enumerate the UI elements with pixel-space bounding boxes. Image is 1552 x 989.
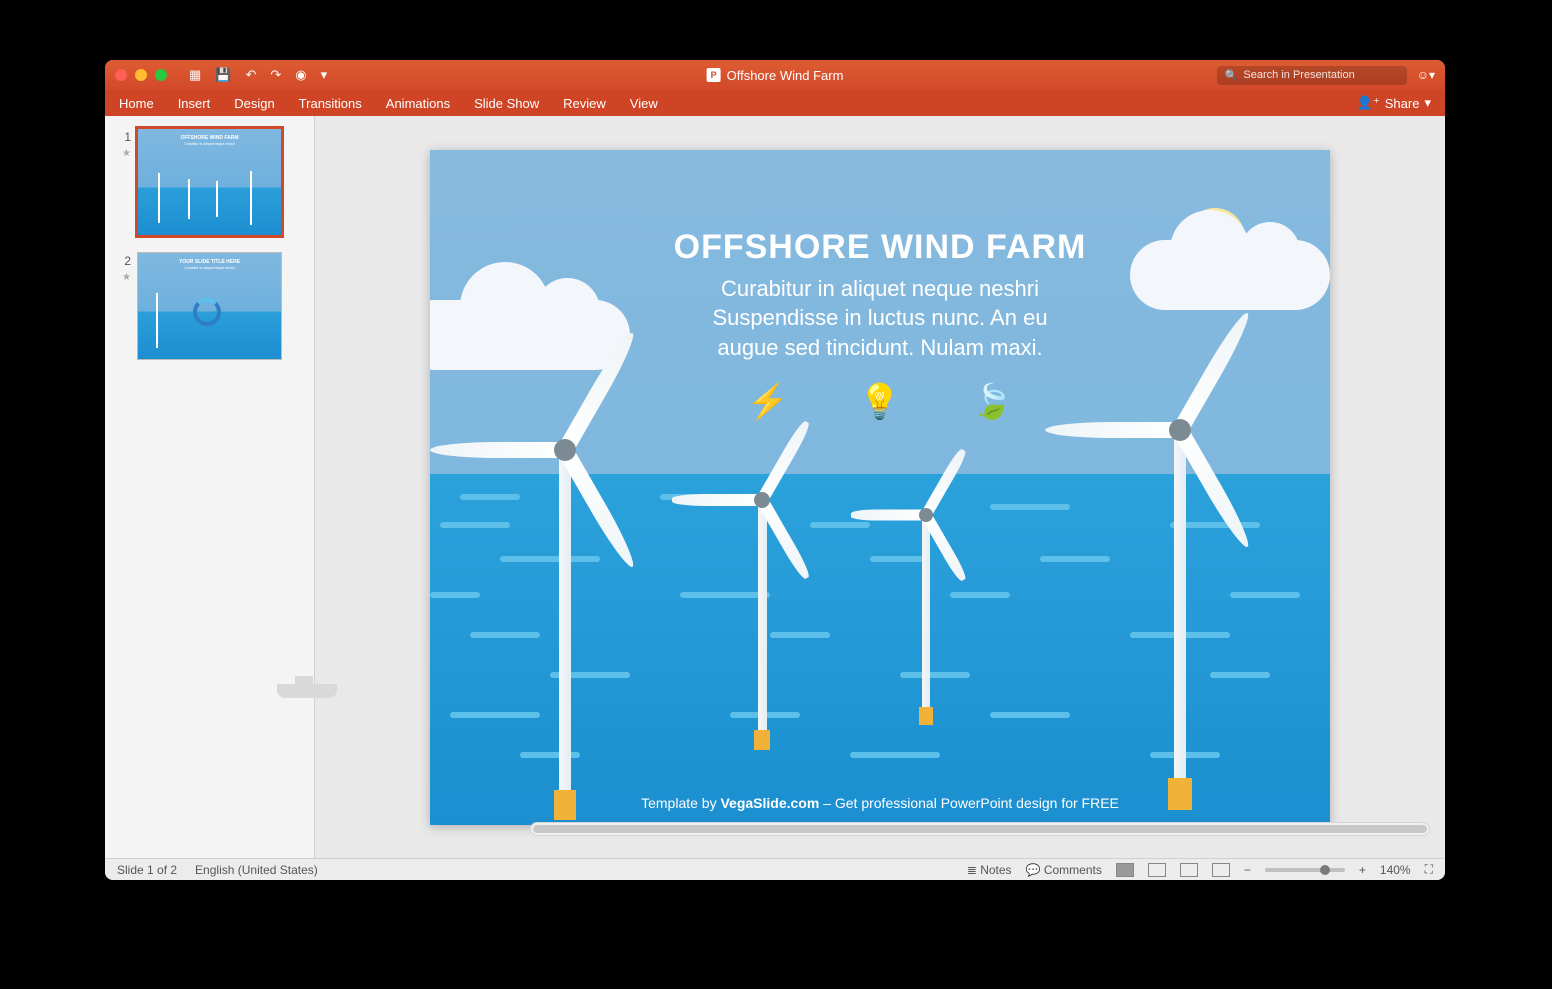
icon-row: ⚡ 💡 🍃 [746,382,1013,422]
close-window-button[interactable] [115,69,127,81]
thumbnail-number: 2 [113,252,131,268]
wind-turbine[interactable] [750,500,774,750]
save-icon[interactable]: 💾 [215,67,231,83]
account-icon[interactable]: ☺▾ [1417,68,1435,82]
horizontal-scrollbar[interactable] [530,822,1430,836]
redo-icon[interactable]: ↷ [270,67,281,83]
start-slideshow-icon[interactable]: ◉ [295,67,306,83]
wind-turbine[interactable] [915,515,937,725]
subtitle-line: Suspendisse in luctus nunc. An eu [712,303,1047,333]
app-window: ▦ 💾 ↶ ↷ ◉ ▾ P Offshore Wind Farm 🔍 ☺▾ Ho… [105,60,1445,880]
zoom-out-button[interactable]: − [1244,863,1251,877]
thumbnail-subtitle: Curabitur in aliquet neque neshri [184,142,235,146]
thumbnail-subtitle: Curabitur in aliquet neque neshri [184,266,235,270]
slide-thumbnail-panel[interactable]: 1 ★ OFFSHORE WIND FARM Curabitur in aliq… [105,116,315,858]
cloud-shape [1130,240,1330,310]
zoom-slider-thumb[interactable] [1320,865,1330,875]
bolt-icon[interactable]: ⚡ [746,382,788,422]
tab-transitions[interactable]: Transitions [299,96,362,111]
slide-thumbnail-1[interactable]: OFFSHORE WIND FARM Curabitur in aliquet … [137,128,282,236]
search-input[interactable] [1243,69,1398,81]
footer-pre: Template by [641,795,720,811]
animation-star-icon: ★ [122,148,131,159]
subtitle-line: augue sed tincidunt. Nulam maxi. [712,333,1047,363]
search-icon: 🔍 [1225,69,1239,82]
slideshow-view-button[interactable] [1212,863,1230,877]
document-title-text: Offshore Wind Farm [727,68,844,83]
tab-insert[interactable]: Insert [178,96,211,111]
footer-post: – Get professional PowerPoint design for… [819,795,1119,811]
thumbnail-view-icon[interactable]: ▦ [189,67,201,83]
thumbnail-title: YOUR SLIDE TITLE HERE [179,259,240,265]
fit-to-window-button[interactable]: ⛶ [1425,862,1433,877]
status-bar: Slide 1 of 2 English (United States) ≣ N… [105,858,1445,880]
tab-review[interactable]: Review [563,96,606,111]
boat-decoration [277,684,337,698]
main-body: 1 ★ OFFSHORE WIND FARM Curabitur in aliq… [105,116,1445,858]
zoom-percent[interactable]: 140% [1380,863,1411,877]
normal-view-button[interactable] [1116,863,1134,877]
tab-animations[interactable]: Animations [386,96,450,111]
thumbnail-row-1[interactable]: 1 ★ OFFSHORE WIND FARM Curabitur in aliq… [105,124,314,248]
slide-subtitle[interactable]: Curabitur in aliquet neque neshri Suspen… [712,274,1047,363]
language-indicator[interactable]: English (United States) [195,863,318,877]
share-label: Share [1385,96,1420,111]
ribbon-tabs: Home Insert Design Transitions Animation… [105,90,1445,116]
zoom-slider[interactable] [1265,868,1345,872]
window-controls [115,69,167,81]
slide-thumbnail-2[interactable]: YOUR SLIDE TITLE HERE Curabitur in aliqu… [137,252,282,360]
comments-button[interactable]: 💬 Comments [1026,863,1102,877]
share-icon: 👤⁺ [1357,95,1380,111]
chevron-down-icon: ▾ [1424,95,1431,111]
slide-counter[interactable]: Slide 1 of 2 [117,863,177,877]
notes-button[interactable]: ≣ Notes [967,863,1012,877]
wind-turbine[interactable] [550,450,580,820]
slide-footer[interactable]: Template by VegaSlide.com – Get professi… [641,795,1119,811]
thumbnail-title: OFFSHORE WIND FARM [180,135,238,141]
tab-design[interactable]: Design [234,96,274,111]
lightbulb-icon[interactable]: 💡 [859,382,901,422]
cloud-shape [430,300,630,370]
slide-canvas[interactable]: OFFSHORE WIND FARM Curabitur in aliquet … [430,150,1330,825]
search-box[interactable]: 🔍 [1217,66,1407,85]
minimize-window-button[interactable] [135,69,147,81]
reading-view-button[interactable] [1180,863,1198,877]
footer-link: VegaSlide.com [720,795,819,811]
document-title: P Offshore Wind Farm [707,68,844,83]
undo-icon[interactable]: ↶ [245,67,256,83]
share-button[interactable]: 👤⁺ Share ▾ [1357,95,1431,111]
scrollbar-thumb[interactable] [533,825,1427,833]
thumbnail-row-2[interactable]: 2 ★ YOUR SLIDE TITLE HERE Curabitur in a… [105,248,314,372]
powerpoint-file-icon: P [707,68,721,82]
quick-access-toolbar: ▦ 💾 ↶ ↷ ◉ ▾ [189,67,327,83]
thumbnail-number: 1 [113,128,131,144]
subtitle-line: Curabitur in aliquet neque neshri [712,274,1047,304]
titlebar: ▦ 💾 ↶ ↷ ◉ ▾ P Offshore Wind Farm 🔍 ☺▾ [105,60,1445,90]
fullscreen-window-button[interactable] [155,69,167,81]
customize-toolbar-icon[interactable]: ▾ [321,67,328,83]
animation-star-icon: ★ [122,272,131,283]
zoom-in-button[interactable]: + [1359,863,1366,877]
slide-title[interactable]: OFFSHORE WIND FARM [674,228,1087,267]
tab-view[interactable]: View [630,96,658,111]
tab-home[interactable]: Home [119,96,154,111]
slide-editor[interactable]: OFFSHORE WIND FARM Curabitur in aliquet … [315,116,1445,858]
sorter-view-button[interactable] [1148,863,1166,877]
tab-slideshow[interactable]: Slide Show [474,96,539,111]
leaf-icon[interactable]: 🍃 [971,382,1013,422]
wind-turbine[interactable] [1165,430,1195,810]
